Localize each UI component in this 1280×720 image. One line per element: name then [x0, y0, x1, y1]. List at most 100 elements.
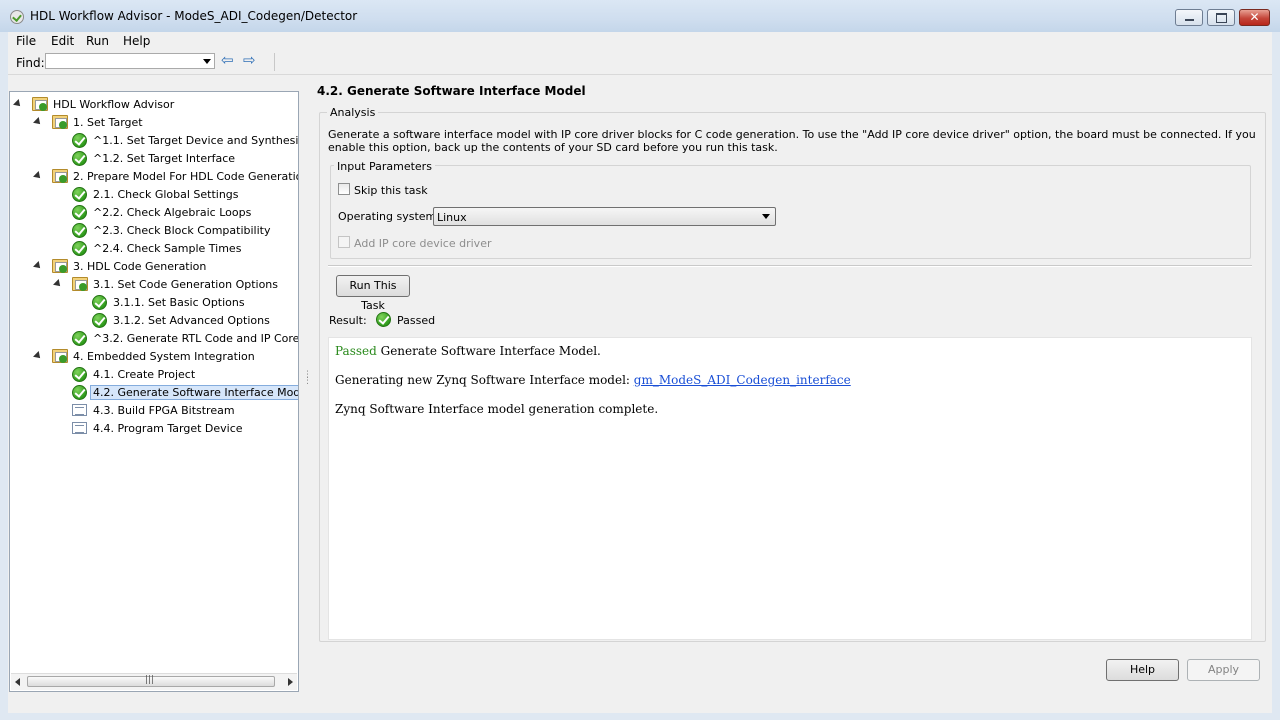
passed-check-icon: [376, 312, 391, 327]
scroll-left-icon[interactable]: [15, 678, 20, 686]
expand-triangle-icon[interactable]: [13, 99, 23, 109]
tree-item-label: ^2.2. Check Algebraic Loops: [93, 206, 252, 219]
document-icon: [72, 422, 87, 434]
tree-item[interactable]: 3.1.1. Set Basic Options: [10, 294, 296, 312]
apply-button[interactable]: Apply: [1187, 659, 1260, 681]
add-driver-checkbox[interactable]: [338, 236, 350, 248]
menu-help[interactable]: Help: [123, 34, 150, 48]
divider: [328, 265, 1252, 266]
input-parameters-label: Input Parameters: [334, 160, 435, 173]
toolbar: Find: ⇦ ⇨: [8, 50, 1272, 75]
tree-item-label: ^1.2. Set Target Interface: [93, 152, 236, 165]
menu-edit[interactable]: Edit: [51, 34, 74, 48]
tree-item[interactable]: ^3.2. Generate RTL Code and IP Core: [10, 330, 298, 348]
tree-item[interactable]: ^2.3. Check Block Compatibility: [10, 222, 296, 240]
report-line-2-text: Generating new Zynq Software Interface m…: [335, 373, 634, 387]
close-button[interactable]: ✕: [1239, 9, 1270, 26]
folder-icon: [52, 115, 68, 129]
tree-item[interactable]: 2.1. Check Global Settings: [10, 186, 296, 204]
horizontal-scrollbar[interactable]: |||: [11, 673, 297, 690]
task-tree[interactable]: ||| HDL Workflow Advisor 1. Set Target ^1.…: [9, 91, 299, 692]
title-bar: HDL Workflow Advisor - ModeS_ADI_Codegen…: [0, 0, 1280, 32]
folder-icon: [52, 349, 68, 363]
model-link[interactable]: gm_ModeS_ADI_Codegen_interface: [634, 373, 851, 387]
report-line-3: Zynq Software Interface model generation…: [335, 402, 659, 416]
menu-run[interactable]: Run: [86, 34, 109, 48]
tree-item[interactable]: ^1.2. Set Target Interface: [10, 150, 296, 168]
tree-item-label: 4.2. Generate Software Interface Model: [89, 385, 298, 400]
tree-item-label: ^2.3. Check Block Compatibility: [93, 224, 271, 237]
scrollbar-thumb[interactable]: |||: [27, 675, 275, 687]
tree-item[interactable]: ^2.2. Check Algebraic Loops: [10, 204, 296, 222]
forward-arrow-icon[interactable]: ⇨: [243, 53, 259, 68]
tree-item[interactable]: 3. HDL Code Generation: [10, 258, 296, 276]
close-icon: ✕: [1249, 10, 1260, 24]
expand-triangle-icon[interactable]: [53, 279, 63, 289]
expand-triangle-icon[interactable]: [33, 351, 43, 361]
back-arrow-icon[interactable]: ⇦: [221, 53, 237, 68]
tree-item-label: HDL Workflow Advisor: [53, 98, 175, 111]
window-title: HDL Workflow Advisor - ModeS_ADI_Codegen…: [30, 9, 358, 23]
tree-item-label: ^1.1. Set Target Device and Synthesis To…: [93, 134, 299, 147]
analysis-label: Analysis: [327, 106, 379, 119]
tree-item-label: 2. Prepare Model For HDL Code Generation: [73, 170, 299, 183]
tree-item-label: 4.3. Build FPGA Bitstream: [93, 404, 235, 417]
minimize-button[interactable]: [1175, 9, 1203, 26]
add-driver-label: Add IP core device driver: [354, 237, 492, 250]
menu-file[interactable]: File: [16, 34, 36, 48]
expand-triangle-icon[interactable]: [33, 171, 43, 181]
folder-icon: [52, 259, 68, 273]
tree-item[interactable]: ^2.4. Check Sample Times: [10, 240, 296, 258]
tree-item-label: 3.1. Set Code Generation Options: [93, 278, 279, 291]
dropdown-arrow-icon[interactable]: [203, 59, 211, 64]
page-title: 4.2. Generate Software Interface Model: [317, 84, 586, 98]
skip-task-checkbox[interactable]: [338, 183, 350, 195]
check-icon: [72, 385, 87, 400]
tree-item[interactable]: 1. Set Target: [10, 114, 296, 132]
os-select[interactable]: Linux: [433, 207, 776, 226]
expand-triangle-icon[interactable]: [33, 117, 43, 127]
tree-item[interactable]: HDL Workflow Advisor: [10, 96, 296, 114]
check-icon: [92, 295, 107, 310]
find-input[interactable]: [45, 53, 215, 69]
tree-item[interactable]: 4.1. Create Project: [10, 366, 296, 384]
tree-item[interactable]: 4.4. Program Target Device: [10, 420, 296, 438]
result-status: Passed: [397, 314, 436, 327]
check-icon: [72, 133, 87, 148]
tree-item[interactable]: ^1.1. Set Target Device and Synthesis To…: [10, 132, 299, 150]
check-icon: [72, 151, 87, 166]
check-icon: [92, 313, 107, 328]
pane-splitter[interactable]: ⋮ ⋮: [303, 371, 312, 386]
check-icon: [72, 205, 87, 220]
expand-triangle-icon[interactable]: [33, 261, 43, 271]
report-line-1: Passed Generate Software Interface Model…: [335, 344, 601, 358]
folder-icon: [52, 169, 68, 183]
help-button[interactable]: Help: [1106, 659, 1179, 681]
toolbar-separator: [274, 53, 275, 71]
tree-item-label: 2.1. Check Global Settings: [93, 188, 239, 201]
tree-item[interactable]: 4.2. Generate Software Interface Model: [10, 384, 298, 402]
run-task-button[interactable]: Run This Task: [336, 275, 410, 312]
folder-icon: [32, 97, 48, 111]
tree-item[interactable]: 4. Embedded System Integration: [10, 348, 296, 366]
window-body: File Edit Run Help Find: ⇦ ⇨ ||| HDL Wor…: [8, 32, 1272, 713]
maximize-button[interactable]: [1207, 9, 1235, 26]
check-icon: [72, 367, 87, 382]
report-passed-text: Passed: [335, 344, 377, 358]
tree-item-label: 4.4. Program Target Device: [93, 422, 243, 435]
tree-item[interactable]: 2. Prepare Model For HDL Code Generation: [10, 168, 299, 186]
tree-item-label: 1. Set Target: [73, 116, 143, 129]
scroll-right-icon[interactable]: [288, 678, 293, 686]
check-icon: [72, 187, 87, 202]
task-description: Generate a software interface model with…: [328, 128, 1256, 154]
os-select-value: Linux: [437, 211, 467, 224]
tree-item[interactable]: 3.1.2. Set Advanced Options: [10, 312, 296, 330]
result-label: Result:: [329, 314, 367, 327]
chevron-down-icon: [762, 214, 770, 219]
result-report: Passed Generate Software Interface Model…: [328, 337, 1252, 640]
tree-item[interactable]: 4.3. Build FPGA Bitstream: [10, 402, 296, 420]
tree-item-label: 3. HDL Code Generation: [73, 260, 207, 273]
check-icon: [72, 241, 87, 256]
tree-item-label: 4. Embedded System Integration: [73, 350, 255, 363]
tree-item[interactable]: 3.1. Set Code Generation Options: [10, 276, 296, 294]
